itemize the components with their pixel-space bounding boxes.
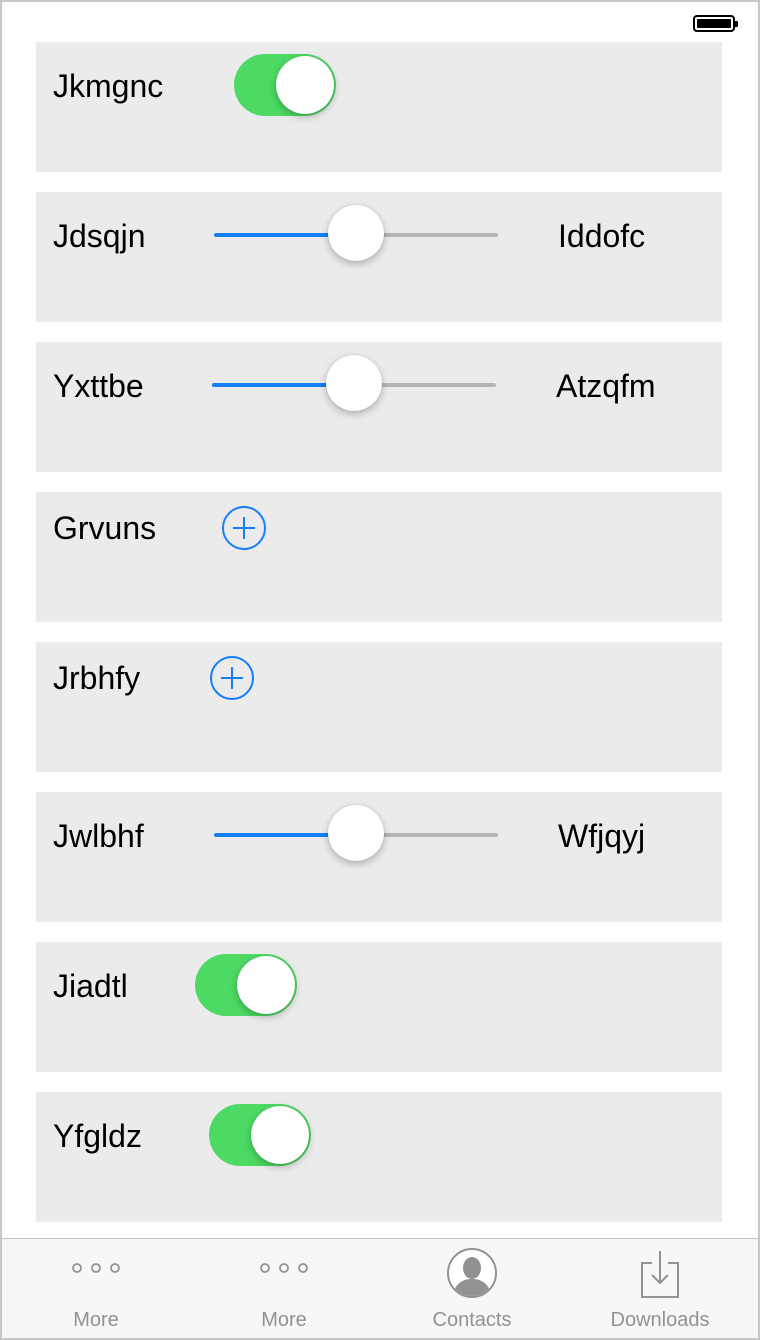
tab-more-1[interactable]: More (2, 1239, 190, 1338)
row-toggle-jkmgnc: Jkmgnc (36, 42, 722, 172)
downloads-icon (639, 1249, 681, 1304)
row-slider-jdsqjn: Jdsqjn Iddofc (36, 192, 722, 322)
tab-label: More (261, 1309, 307, 1331)
row-label: Yxttbe (53, 368, 144, 404)
slider[interactable] (212, 355, 496, 411)
toggle-switch[interactable] (234, 54, 336, 116)
tab-downloads[interactable]: Downloads (566, 1239, 754, 1338)
battery-icon (693, 15, 738, 32)
toggle-knob (237, 956, 295, 1014)
tab-label: Downloads (610, 1309, 710, 1331)
slider-thumb[interactable] (326, 355, 382, 411)
row-toggle-jiadtl: Jiadtl (36, 942, 722, 1072)
row-label: Grvuns (53, 510, 157, 546)
slider-right-label: Wfjqyj (558, 818, 646, 854)
add-circle-icon[interactable] (210, 656, 254, 700)
toggle-switch[interactable] (195, 954, 297, 1016)
more-dots-icon (259, 1261, 309, 1280)
slider-thumb[interactable] (328, 205, 384, 261)
contacts-icon (446, 1247, 498, 1304)
tab-more-2[interactable]: More (190, 1239, 378, 1338)
row-label: Jrbhfy (53, 660, 141, 696)
tab-label: Contacts (432, 1309, 512, 1331)
row-add-grvuns: Grvuns (36, 492, 722, 622)
app-frame: Jkmgnc Jdsqjn Iddofc Yxttbe Atzqfm Grvun… (0, 0, 760, 1340)
row-label: Yfgldz (53, 1118, 142, 1154)
row-add-jrbhfy: Jrbhfy (36, 642, 722, 772)
toggle-switch[interactable] (209, 1104, 311, 1166)
tab-contacts[interactable]: Contacts (378, 1239, 566, 1338)
more-dots-icon (71, 1261, 121, 1280)
add-circle-icon[interactable] (222, 506, 266, 550)
row-label: Jwlbhf (53, 818, 144, 854)
slider[interactable] (214, 205, 498, 261)
slider[interactable] (214, 805, 498, 861)
row-slider-jwlbhf: Jwlbhf Wfjqyj (36, 792, 722, 922)
tab-label: More (73, 1309, 119, 1331)
toggle-knob (276, 56, 334, 114)
row-label: Jkmgnc (53, 68, 164, 104)
slider-thumb[interactable] (328, 805, 384, 861)
slider-right-label: Iddofc (558, 218, 646, 254)
row-label: Jdsqjn (53, 218, 146, 254)
tab-bar: More More Contacts Downloads (2, 1238, 758, 1338)
row-toggle-yfgldz: Yfgldz (36, 1092, 722, 1222)
row-label: Jiadtl (53, 968, 128, 1004)
toggle-knob (251, 1106, 309, 1164)
slider-right-label: Atzqfm (556, 368, 656, 404)
row-slider-yxttbe: Yxttbe Atzqfm (36, 342, 722, 472)
